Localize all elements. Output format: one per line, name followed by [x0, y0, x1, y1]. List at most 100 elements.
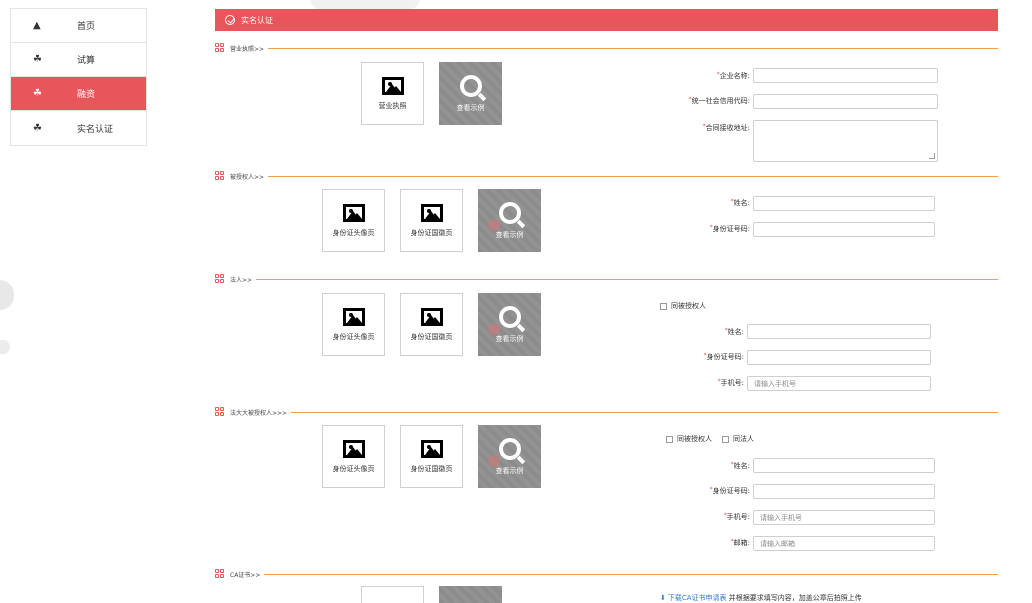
fadada-id-input[interactable] [753, 484, 935, 499]
label-text: 身份证号码: [712, 225, 750, 233]
section-divider [264, 573, 998, 575]
upload-id-back[interactable]: 身份证国徽页 [400, 189, 463, 252]
image-icon [420, 439, 443, 458]
legal-name-input[interactable] [747, 324, 931, 339]
authorized-name-label: *姓名: [700, 198, 750, 208]
section-divider [291, 411, 998, 413]
upload-id-back[interactable]: 身份证国徽页 [400, 425, 463, 488]
company-name-label: *企业名称: [700, 71, 750, 81]
image-icon [342, 203, 365, 222]
magnifier-icon [498, 437, 521, 460]
page-title: 实名认证 [241, 15, 273, 25]
section-ca-certificate: CA证书>> [215, 568, 998, 580]
checkbox-label: 同被授权人 [677, 435, 712, 443]
checkbox-box[interactable] [660, 302, 667, 310]
sidebar-item-financing[interactable]: ☘ 融资 [11, 77, 146, 111]
fadada-phone-label: *手机号: [700, 512, 750, 522]
credit-code-label: *统一社会信用代码: [665, 96, 750, 106]
fadada-email-input[interactable]: 请输入邮箱 [753, 536, 935, 551]
upload-id-front[interactable]: 身份证头像页 [322, 293, 385, 356]
upload-caption: 身份证头像页 [332, 332, 375, 341]
same-as-legal-checkbox[interactable] [722, 435, 729, 443]
hand-money-icon: ☘ [33, 88, 42, 99]
image-icon [342, 307, 365, 326]
view-example-button[interactable] [439, 586, 502, 603]
label-text: 手机号: [726, 513, 750, 521]
legal-phone-input[interactable]: 请输入手机号 [747, 376, 931, 391]
label-text: 合同接收地址: [705, 124, 750, 132]
fadada-same-options: 同被授权人 同法人 [666, 434, 754, 444]
upload-id-front[interactable]: 身份证头像页 [322, 189, 385, 252]
authorized-id-label: *身份证号码: [680, 224, 750, 234]
example-background [439, 586, 502, 603]
section-business-license: 营业执照>> [215, 42, 998, 54]
magnifier-icon [498, 305, 521, 328]
sidebar: ▲ 首页 ☘ 试算 ☘ 融资 ☘ 实名认证 [10, 8, 147, 146]
fadada-name-label: *姓名: [700, 461, 750, 471]
legal-id-label: *身份证号码: [674, 352, 744, 362]
credit-code-input[interactable] [753, 94, 938, 109]
upload-caption: 身份证国徽页 [410, 332, 453, 341]
sidebar-item-trial-calc[interactable]: ☘ 试算 [11, 43, 146, 77]
upload-ca-certificate[interactable] [361, 586, 424, 603]
contract-address-textarea[interactable] [753, 120, 938, 162]
left-decoration [0, 280, 14, 310]
view-example-button[interactable]: 查看示例 [439, 62, 502, 125]
legal-phone-label: *手机号: [694, 378, 744, 388]
fadada-phone-input[interactable]: 请输入手机号 [753, 510, 935, 525]
sidebar-item-real-name[interactable]: ☘ 实名认证 [11, 111, 146, 145]
upload-id-front[interactable]: 身份证头像页 [322, 425, 385, 488]
example-caption: 查看示例 [495, 334, 524, 343]
company-name-input[interactable] [753, 68, 938, 83]
authorized-name-input[interactable] [753, 196, 935, 211]
label-text: 姓名: [733, 199, 750, 207]
verify-icon [225, 15, 235, 25]
legal-id-input[interactable] [747, 350, 931, 365]
authorized-id-input[interactable] [753, 222, 935, 237]
example-caption: 查看示例 [495, 230, 524, 239]
section-legal-person: 法人>> [215, 273, 998, 285]
section-icon [215, 43, 225, 53]
fadada-name-input[interactable] [753, 458, 935, 473]
label-text: 手机号: [720, 379, 744, 387]
upload-business-license[interactable]: 营业执照 [361, 62, 424, 125]
example-caption: 查看示例 [456, 103, 485, 112]
hand-money-icon: ☘ [33, 122, 42, 134]
legal-name-label: *姓名: [694, 327, 744, 337]
upload-caption: 营业执照 [378, 101, 407, 110]
sidebar-item-label: 首页 [77, 22, 96, 32]
view-example-button[interactable]: 查看示例 [478, 425, 541, 488]
section-title: 营业执照>> [230, 45, 265, 53]
view-example-button[interactable]: 查看示例 [478, 293, 541, 356]
section-divider [256, 278, 998, 280]
ca-instruction: 并根据要求填写内容，加盖公章后拍照上传 [726, 594, 862, 602]
magnifier-icon [498, 201, 521, 224]
section-divider [268, 47, 998, 49]
image-icon [420, 203, 443, 222]
sidebar-item-home[interactable]: ▲ 首页 [11, 9, 146, 43]
label-text: 企业名称: [719, 72, 750, 80]
section-title: 被授权人>> [230, 173, 265, 181]
ca-download-link[interactable]: 下载CA证书申请表 [668, 594, 727, 602]
download-icon: ⬇ [660, 594, 666, 602]
label-text: 身份证号码: [706, 353, 744, 361]
label-text: 统一社会信用代码: [691, 97, 750, 105]
image-icon [342, 439, 365, 458]
section-fadada-authorized: 法大大被授权人>>> [215, 406, 998, 418]
label-text: 姓名: [727, 328, 744, 336]
upload-id-back[interactable]: 身份证国徽页 [400, 293, 463, 356]
section-icon [215, 274, 225, 284]
placeholder-text: 请输入手机号 [754, 379, 796, 388]
sidebar-item-label: 融资 [77, 90, 96, 100]
hand-money-icon: ☘ [33, 54, 42, 65]
section-title: 法人>> [230, 276, 253, 284]
same-as-authorized-checkbox[interactable]: 同被授权人 [660, 301, 706, 311]
same-as-authorized-checkbox[interactable] [666, 435, 673, 443]
fadada-id-label: *身份证号码: [680, 486, 750, 496]
sidebar-item-label: 试算 [77, 56, 96, 66]
view-example-button[interactable]: 查看示例 [478, 189, 541, 252]
label-text: 邮箱: [733, 539, 750, 547]
section-icon [215, 569, 225, 579]
label-text: 身份证号码: [712, 487, 750, 495]
section-icon [215, 407, 225, 417]
